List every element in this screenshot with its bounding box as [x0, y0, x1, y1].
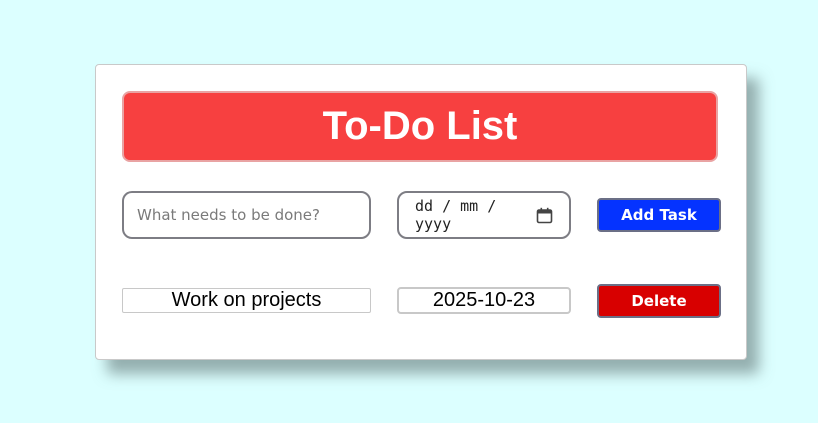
- date-input[interactable]: dd / mm / yyyy: [397, 191, 571, 239]
- task-text: Work on projects: [122, 288, 371, 313]
- task-input[interactable]: [122, 191, 371, 239]
- date-placeholder: dd / mm / yyyy: [415, 197, 497, 233]
- add-task-button[interactable]: Add Task: [597, 198, 721, 232]
- delete-button[interactable]: Delete: [597, 284, 721, 318]
- page-title: To-Do List: [122, 91, 718, 162]
- todo-card: To-Do List dd / mm / yyyy Add Task Work …: [95, 64, 747, 360]
- calendar-icon[interactable]: [536, 207, 553, 224]
- task-date: 2025-10-23: [397, 287, 571, 314]
